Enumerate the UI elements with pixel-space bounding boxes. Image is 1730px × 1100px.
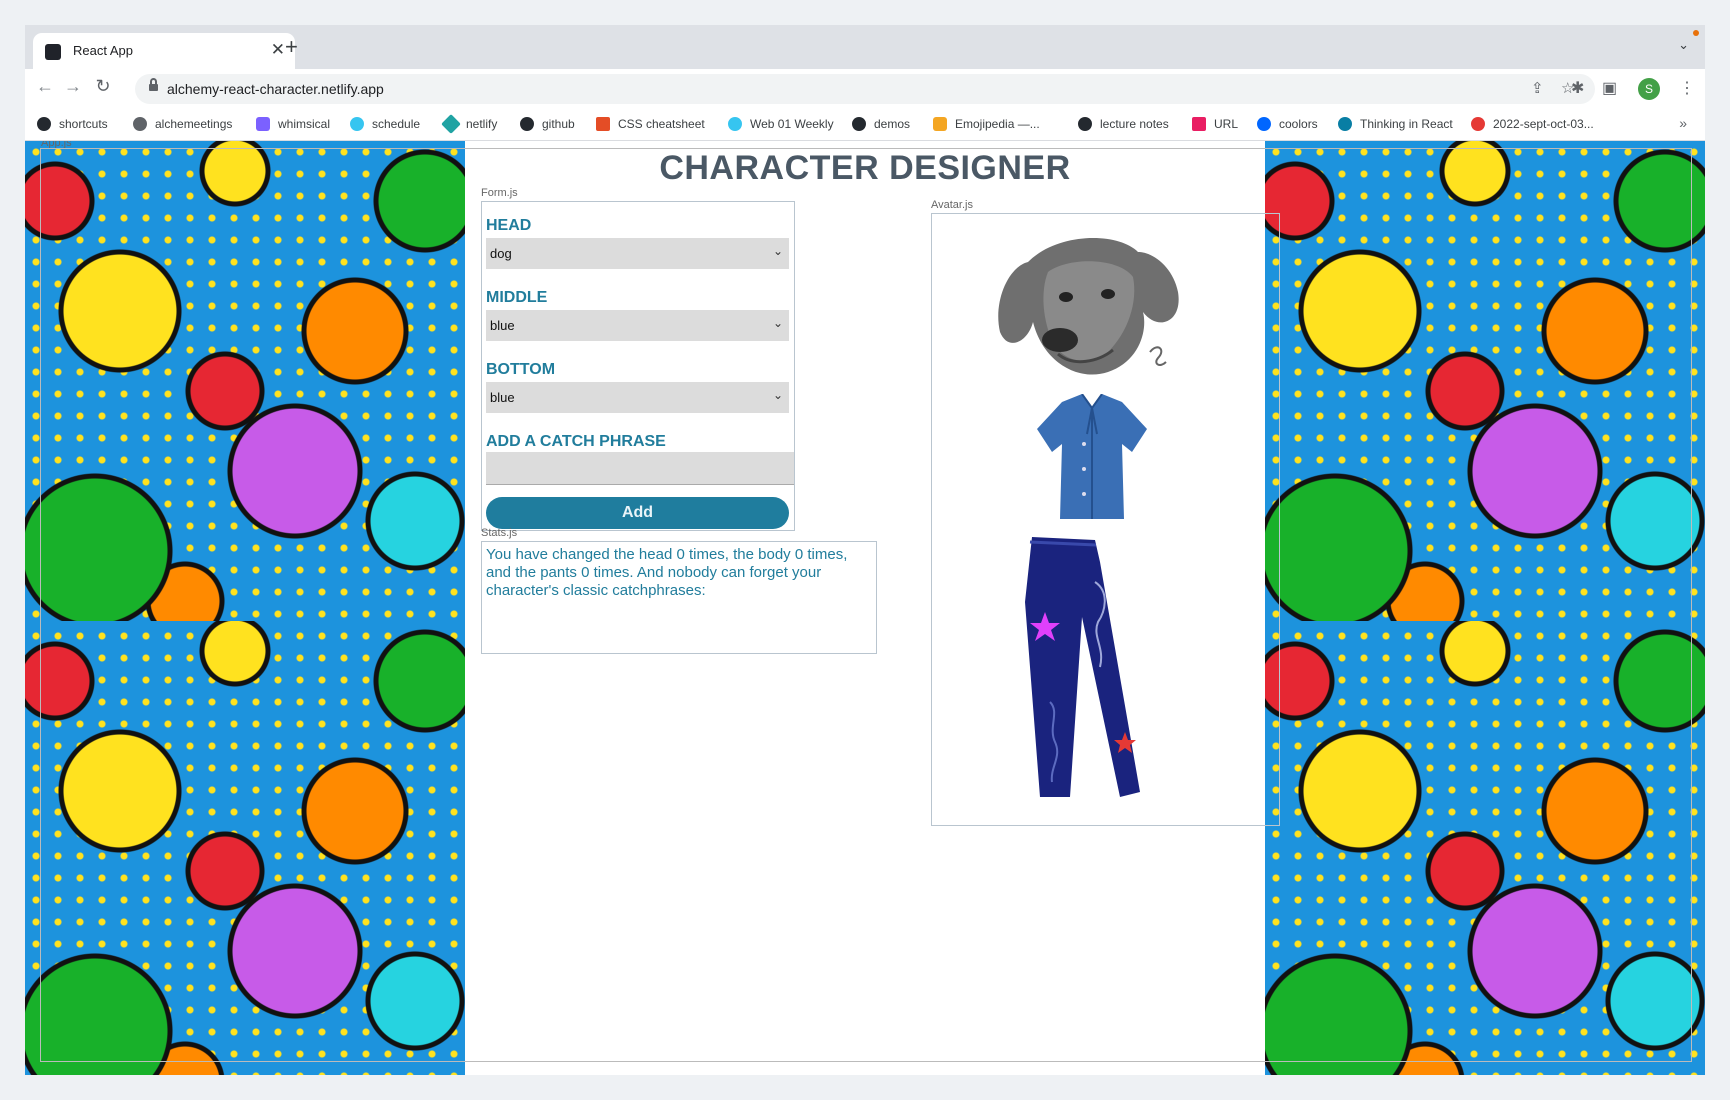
bookmark-item[interactable]: schedule xyxy=(350,117,420,131)
doodle-pattern-left xyxy=(25,141,465,1075)
bookmark-item[interactable]: netlify xyxy=(441,114,497,134)
bookmark-item[interactable]: CSS cheatsheet xyxy=(596,117,705,131)
avatar-panel xyxy=(931,213,1280,826)
url-icon xyxy=(1192,117,1206,131)
html5-icon xyxy=(596,117,610,131)
browser-toolbar: ← → ↻ alchemy-react-character.netlify.ap… xyxy=(25,69,1705,109)
stats-text: You have changed the head 0 times, the b… xyxy=(486,546,848,599)
netlify-icon xyxy=(441,114,461,134)
avatar-component-label: Avatar.js xyxy=(931,199,973,211)
stats-component-label: Stats.js xyxy=(481,527,518,539)
bookmark-item[interactable]: Thinking in React xyxy=(1338,117,1453,131)
tab-react-app[interactable]: React App ✕ xyxy=(33,33,295,69)
middle-label: MIDDLE xyxy=(486,289,548,306)
tab-title: React App xyxy=(73,43,133,58)
chevron-down-icon: ⌄ xyxy=(772,316,783,330)
character-form: HEAD dog ⌄ MIDDLE blue ⌄ BOTTOM blue ⌄ A… xyxy=(481,201,795,531)
bottom-select-value: blue xyxy=(490,390,515,405)
doodle-pattern-right xyxy=(1265,141,1705,1075)
chevron-down-icon: ⌄ xyxy=(772,388,783,402)
bookmark-item[interactable]: shortcuts xyxy=(37,117,108,131)
bookmark-item[interactable]: 2022-sept-oct-03... xyxy=(1471,117,1594,131)
extensions-icon[interactable]: ✱ xyxy=(1571,78,1584,98)
lock-icon xyxy=(149,78,158,93)
main-content: CHARACTER DESIGNER Form.js HEAD dog ⌄ MI… xyxy=(465,141,1280,1075)
coolors-icon xyxy=(1257,117,1271,131)
address-bar[interactable]: alchemy-react-character.netlify.app ⇪ ☆ xyxy=(135,74,1595,104)
stats-panel: You have changed the head 0 times, the b… xyxy=(481,541,877,654)
head-select-value: dog xyxy=(490,246,512,261)
bookmarks-bar: shortcuts alchemeetings whimsical schedu… xyxy=(25,109,1705,141)
side-panel-icon[interactable]: ▣ xyxy=(1602,78,1617,98)
bookmark-item[interactable]: URL xyxy=(1192,117,1238,131)
back-button[interactable]: ← xyxy=(33,76,57,97)
slack-icon xyxy=(728,117,742,131)
bookmark-item[interactable]: lecture notes xyxy=(1078,117,1169,131)
emojipedia-icon xyxy=(933,117,947,131)
close-icon[interactable]: ✕ xyxy=(271,40,285,60)
github-icon xyxy=(1078,117,1092,131)
new-tab-button[interactable]: + xyxy=(285,34,298,60)
profile-avatar[interactable]: S xyxy=(1638,78,1660,100)
whimsical-icon xyxy=(256,117,270,131)
bookmark-item[interactable]: whimsical xyxy=(256,117,330,131)
blue-shirt-image xyxy=(1037,394,1147,519)
chrome-extension-icon xyxy=(1471,117,1485,131)
browser-window: React App ✕ + ⌄ ← → ↻ alchemy-react-char… xyxy=(25,25,1705,1075)
dog-head-image xyxy=(998,238,1179,375)
blue-pants-image xyxy=(1025,537,1140,797)
bookmark-item[interactable]: demos xyxy=(852,117,910,131)
kebab-menu-icon[interactable]: ⋮ xyxy=(1679,78,1695,98)
update-dot-icon xyxy=(1693,30,1699,36)
bookmark-item[interactable]: github xyxy=(520,117,575,131)
app-page: App.js CHARACTER DESIGNER Form.js HEAD d… xyxy=(25,141,1705,1075)
form-component-label: Form.js xyxy=(481,187,518,199)
middle-select[interactable]: blue ⌄ xyxy=(486,310,789,341)
forward-button[interactable]: → xyxy=(61,76,85,97)
catchphrase-input[interactable] xyxy=(486,452,794,485)
page-title: CHARACTER DESIGNER xyxy=(659,149,1071,187)
globe-icon xyxy=(133,117,147,131)
github-icon xyxy=(37,117,51,131)
chevron-down-icon: ⌄ xyxy=(772,244,783,258)
bookmarks-overflow-button[interactable]: » xyxy=(1679,115,1687,131)
github-icon xyxy=(520,117,534,131)
middle-select-value: blue xyxy=(490,318,515,333)
bookmark-item[interactable]: Web 01 Weekly xyxy=(728,117,834,131)
add-button[interactable]: Add xyxy=(486,497,789,529)
slack-icon xyxy=(350,117,364,131)
react-icon xyxy=(45,44,61,60)
react-icon xyxy=(1338,117,1352,131)
bookmark-item[interactable]: coolors xyxy=(1257,117,1318,131)
share-icon[interactable]: ⇪ xyxy=(1531,79,1544,97)
catchphrase-label: ADD A CATCH PHRASE xyxy=(486,433,666,450)
bottom-select[interactable]: blue ⌄ xyxy=(486,382,789,413)
head-label: HEAD xyxy=(486,217,532,234)
tab-strip: React App ✕ + ⌄ xyxy=(25,25,1705,69)
reload-button[interactable]: ↻ xyxy=(91,76,115,97)
chevron-down-icon[interactable]: ⌄ xyxy=(1678,37,1689,53)
bottom-label: BOTTOM xyxy=(486,361,556,378)
bookmark-item[interactable]: alchemeetings xyxy=(133,117,232,131)
github-icon xyxy=(852,117,866,131)
url-text[interactable]: alchemy-react-character.netlify.app xyxy=(167,81,384,97)
bookmark-item[interactable]: Emojipedia —... xyxy=(933,117,1040,131)
app-component-label: App.js xyxy=(41,141,72,149)
head-select[interactable]: dog ⌄ xyxy=(486,238,789,269)
